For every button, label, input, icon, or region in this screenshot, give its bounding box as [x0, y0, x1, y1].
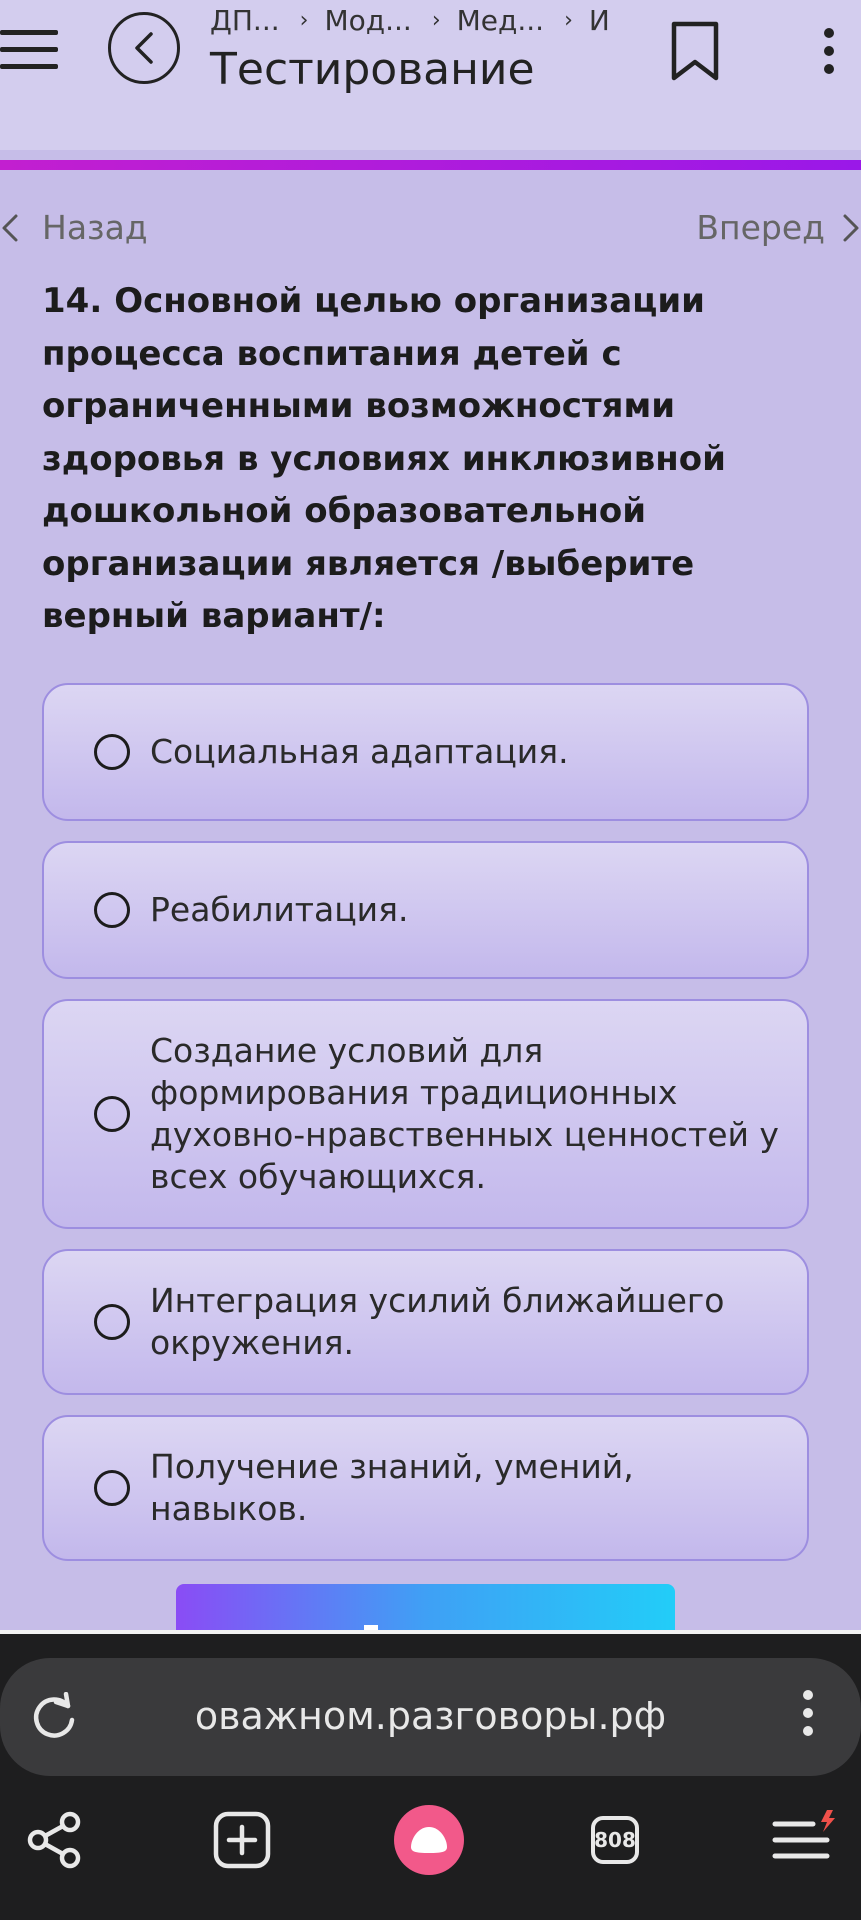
radio-icon[interactable] [94, 1470, 130, 1506]
new-tab-button[interactable] [202, 1800, 282, 1880]
breadcrumb-separator-icon: › [564, 7, 573, 33]
alice-icon [394, 1805, 464, 1875]
answer-option-label: Реабилитация. [150, 890, 409, 929]
more-options-icon[interactable] [820, 28, 838, 76]
breadcrumb-item[interactable]: ДП... [210, 4, 280, 37]
tabs-button[interactable]: 808 [575, 1800, 655, 1880]
answer-option[interactable]: Социальная адаптация. [42, 683, 809, 821]
radio-icon[interactable] [94, 1304, 130, 1340]
browser-toolbar: 808 [0, 1800, 861, 1900]
alice-assistant-button[interactable] [389, 1800, 469, 1880]
menu-icon[interactable] [0, 30, 60, 72]
breadcrumb-separator-icon: › [299, 7, 309, 33]
nav-back-label: Назад [42, 208, 148, 247]
breadcrumb-item[interactable]: Мед... [457, 4, 544, 37]
tabs-count-icon: 808 [591, 1816, 639, 1864]
browser-bottom-bar: оважном.разговоры.рф 808 [0, 1630, 861, 1920]
share-button[interactable] [14, 1800, 94, 1880]
answer-options: Социальная адаптация. Реабилитация. Созд… [42, 683, 809, 1581]
back-button[interactable] [108, 12, 180, 84]
radio-icon[interactable] [94, 1096, 130, 1132]
submit-button[interactable] [176, 1584, 675, 1630]
answer-option-label: Получение знаний, умений, навыков. [150, 1447, 634, 1528]
answer-option[interactable]: Получение знаний, умений, навыков. [42, 1415, 809, 1561]
url-text[interactable]: оважном.разговоры.рф [0, 1694, 861, 1738]
chevron-right-icon [843, 214, 859, 241]
plus-square-icon [213, 1811, 271, 1869]
answer-option[interactable]: Интеграция усилий ближайшего окружения. [42, 1249, 809, 1395]
progress-bar-fill [0, 160, 861, 170]
radio-icon[interactable] [94, 892, 130, 928]
breadcrumb-item[interactable]: И [589, 4, 610, 37]
divider [0, 1630, 861, 1634]
address-bar[interactable]: оважном.разговоры.рф [0, 1658, 861, 1776]
page-title: Тестирование [210, 44, 535, 95]
chevron-left-icon [135, 32, 153, 64]
answer-option[interactable]: Реабилитация. [42, 841, 809, 979]
menu-icon [772, 1810, 835, 1859]
breadcrumb: ДП... › Мод... › Мед... › И [210, 0, 610, 40]
answer-option-label: Интеграция усилий ближайшего окружения. [150, 1281, 725, 1362]
share-icon [27, 1811, 81, 1869]
breadcrumb-separator-icon: › [431, 7, 441, 33]
browser-menu-button[interactable] [764, 1800, 844, 1880]
question-number: 14. [42, 281, 103, 321]
radio-icon[interactable] [94, 734, 130, 770]
answer-option-label: Создание условий для формирования традиц… [150, 1031, 779, 1196]
nav-back-button[interactable]: Назад [0, 205, 148, 250]
top-header: ДП... › Мод... › Мед... › И Тестирование [0, 0, 861, 170]
answer-option-label: Социальная адаптация. [150, 732, 569, 771]
progress-bar [0, 160, 861, 170]
nav-forward-label: Вперед [696, 208, 825, 247]
chevron-left-icon [2, 214, 18, 241]
nav-forward-button[interactable]: Вперед [696, 205, 861, 250]
bookmark-icon[interactable] [670, 20, 720, 84]
answer-option[interactable]: Создание условий для формирования традиц… [42, 999, 809, 1229]
question-text: 14. Основной целью организации процесса в… [42, 275, 802, 643]
breadcrumb-item[interactable]: Мод... [324, 4, 411, 37]
more-options-icon[interactable] [800, 1690, 816, 1746]
question-body: Основной целью организации процесса восп… [42, 281, 726, 636]
